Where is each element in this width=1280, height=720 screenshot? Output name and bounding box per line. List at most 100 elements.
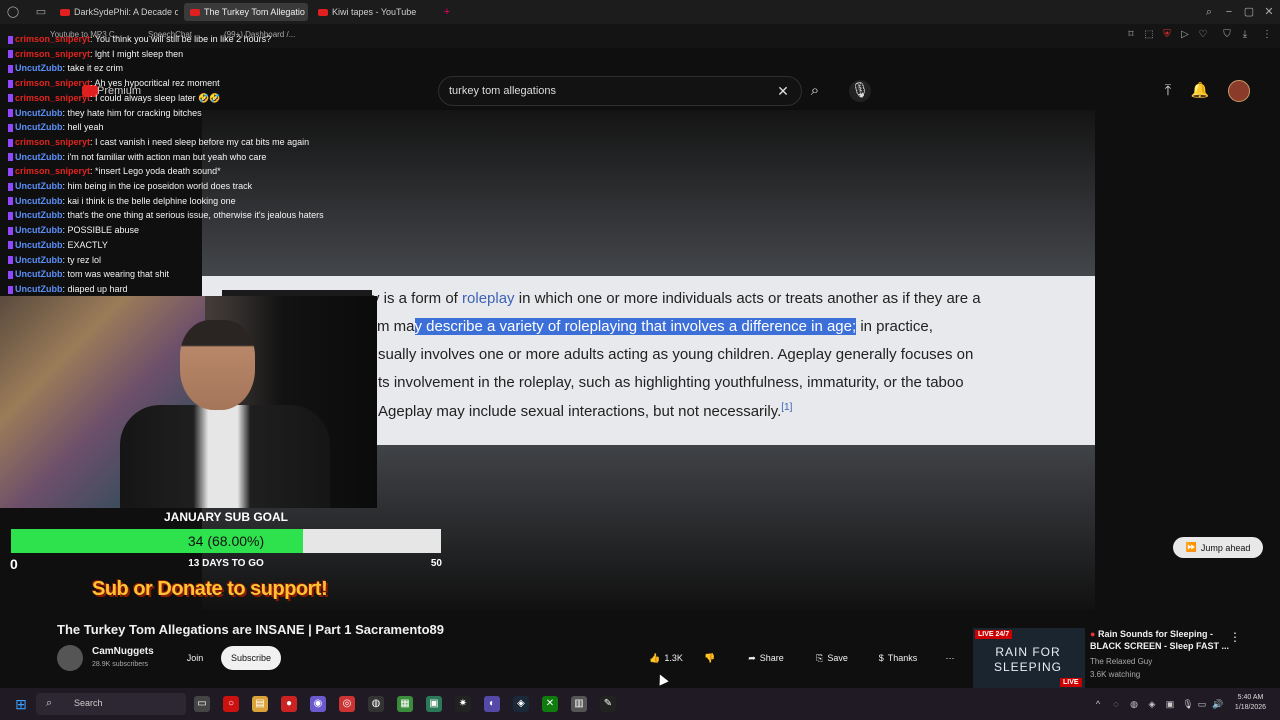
save-button[interactable]: ⎘ Save bbox=[804, 646, 860, 670]
app-icon-green[interactable]: ▦ bbox=[397, 696, 413, 712]
chat-username: crimson_sniperyt bbox=[15, 166, 91, 177]
chat-text: I cast vanish i need sleep before my cat… bbox=[95, 136, 310, 147]
play-icon[interactable]: ▷ bbox=[1178, 28, 1192, 42]
tray-app-icon-4[interactable]: ▣ bbox=[1164, 698, 1176, 710]
windows-start-icon[interactable]: ⊞ bbox=[13, 696, 29, 712]
minimize-icon[interactable]: − bbox=[1222, 5, 1236, 19]
opera-gx-icon[interactable]: ○ bbox=[223, 696, 239, 712]
search-button-icon[interactable]: ⌕ bbox=[804, 80, 826, 102]
chat-message: UncutZubb: that's the one thing at serio… bbox=[8, 209, 324, 221]
chat-text: lght I might sleep then bbox=[95, 48, 184, 59]
magnifier-icon: ⌕ bbox=[46, 697, 53, 709]
chat-badge-icon bbox=[8, 270, 13, 279]
roleplay-link: roleplay bbox=[462, 290, 515, 307]
tray-app-icon[interactable]: ◌ bbox=[1110, 698, 1122, 710]
tray-app-icon-3[interactable]: ◈ bbox=[1146, 698, 1158, 710]
app-icon-ccleaner[interactable]: ◎ bbox=[339, 696, 355, 712]
thanks-button[interactable]: $ Thanks bbox=[868, 646, 928, 670]
menu-icon[interactable]: ⋮ bbox=[1260, 28, 1274, 42]
related-channel[interactable]: The Relaxed Guy bbox=[1090, 657, 1152, 666]
clear-search-icon[interactable]: ✕ bbox=[772, 80, 794, 102]
related-title[interactable]: ● Rain Sounds for Sleeping - BLACK SCREE… bbox=[1090, 628, 1230, 652]
chat-username: UncutZubb bbox=[15, 225, 63, 236]
tray-app-icon-2[interactable]: ◍ bbox=[1128, 698, 1140, 710]
close-icon[interactable]: ✕ bbox=[1262, 5, 1276, 19]
more-actions-button[interactable]: ⋯ bbox=[938, 646, 962, 670]
subscriber-count: 28.9K subscribers bbox=[92, 661, 149, 668]
bookmark-icon[interactable]: ⌑ bbox=[1124, 28, 1138, 42]
steam-icon[interactable]: ◈ bbox=[513, 696, 529, 712]
xbox-icon[interactable]: ✕ bbox=[542, 696, 558, 712]
chat-text: ty rez lol bbox=[67, 254, 102, 265]
user-avatar[interactable] bbox=[1228, 80, 1250, 102]
chat-message: crimson_sniperyt: Ah yes hypocritical re… bbox=[8, 77, 220, 89]
chat-username: crimson_sniperyt bbox=[15, 78, 91, 89]
app-icon-pen[interactable]: ✎ bbox=[600, 696, 616, 712]
chat-message: UncutZubb: him being in the ice poseidon… bbox=[8, 180, 252, 192]
dislike-button[interactable]: 👎 bbox=[698, 646, 722, 670]
network-icon[interactable]: ▭ bbox=[1196, 698, 1208, 710]
search-input[interactable]: turkey tom allegations bbox=[438, 76, 802, 106]
shield-icon[interactable]: ⛨ bbox=[1160, 28, 1174, 42]
chat-badge-icon bbox=[8, 94, 13, 103]
notifications-bell-icon[interactable]: 🔔 bbox=[1189, 80, 1211, 102]
tab-turkey-tom[interactable]: The Turkey Tom Allegatio bbox=[184, 3, 308, 21]
article-line-5: Ageplay may include sexual interactions,… bbox=[378, 402, 793, 420]
tab-kiwi-tapes[interactable]: Kiwi tapes - YouTube bbox=[312, 3, 436, 21]
chat-text: kai i think is the belle delphine lookin… bbox=[67, 195, 236, 206]
taskbar-search-label: Search bbox=[74, 698, 103, 708]
app-icon-red[interactable]: ● bbox=[281, 696, 297, 712]
share-button[interactable]: ➦ Share bbox=[736, 646, 796, 670]
heart-icon[interactable]: ♡ bbox=[1196, 28, 1210, 42]
chat-message: UncutZubb: diaped up hard bbox=[8, 283, 128, 295]
app-icon-teal[interactable]: ▣ bbox=[426, 696, 442, 712]
selected-text: y describe a variety of roleplaying that… bbox=[414, 318, 857, 335]
discord-icon[interactable]: ◉ bbox=[310, 696, 326, 712]
file-explorer-icon[interactable]: ▤ bbox=[252, 696, 268, 712]
chat-username: UncutZubb bbox=[15, 195, 63, 206]
maximize-icon[interactable]: ▢ bbox=[1242, 5, 1256, 19]
live-24-7-badge: LIVE 24/7 bbox=[975, 630, 1013, 639]
related-watching: 3.6K watching bbox=[1090, 670, 1141, 679]
new-tab-button[interactable]: + bbox=[440, 5, 454, 19]
sidebar-toggle-icon[interactable]: ▭ bbox=[34, 5, 48, 19]
account-icon[interactable]: ⛉ bbox=[1220, 28, 1234, 42]
chat-username: UncutZubb bbox=[15, 269, 63, 280]
live-dot-icon: ● bbox=[1090, 629, 1096, 639]
tab-darksydephil[interactable]: DarkSydePhil: A Decade o bbox=[54, 3, 178, 21]
chat-message: UncutZubb: hell yeah bbox=[8, 121, 104, 133]
thumbs-down-icon: 👎 bbox=[704, 652, 716, 663]
search-value: turkey tom allegations bbox=[449, 85, 556, 97]
obs-icon[interactable]: ◍ bbox=[368, 696, 384, 712]
search-icon[interactable]: ⌕ bbox=[1202, 5, 1216, 19]
related-menu-icon[interactable]: ⋮ bbox=[1229, 630, 1241, 644]
tray-expand-icon[interactable]: ^ bbox=[1092, 698, 1104, 710]
chat-username: UncutZubb bbox=[15, 122, 63, 133]
tray-mic-icon[interactable]: 🎙 bbox=[1182, 698, 1194, 710]
chat-badge-icon bbox=[8, 212, 13, 221]
jump-ahead-button[interactable]: ⏩ Jump ahead bbox=[1173, 537, 1263, 558]
chat-badge-icon bbox=[8, 35, 13, 44]
app-icon-grid[interactable]: ▥ bbox=[571, 696, 587, 712]
support-banner: Sub or Donate to support! bbox=[92, 578, 328, 600]
join-button[interactable]: Join bbox=[175, 646, 215, 670]
taskbar-clock[interactable]: 5:40 AM 1/18/2026 bbox=[1228, 693, 1273, 713]
like-button[interactable]: 👍 1.3K bbox=[640, 646, 692, 670]
screenshot-icon[interactable]: ⬚ bbox=[1142, 28, 1156, 42]
app-icon-purple[interactable]: ◐ bbox=[484, 696, 500, 712]
browser-logo-icon[interactable]: ◯ bbox=[6, 5, 20, 19]
chat-text: i'm not familiar with action man but yea… bbox=[67, 151, 267, 162]
channel-name[interactable]: CamNuggets bbox=[92, 646, 154, 657]
taskbar-search[interactable]: ⌕ Search bbox=[36, 693, 186, 715]
voice-search-icon[interactable]: 🎙 bbox=[849, 80, 871, 102]
subscribe-button[interactable]: Subscribe bbox=[221, 646, 281, 670]
upload-icon[interactable]: ⤒ bbox=[1157, 80, 1179, 102]
task-view-icon[interactable]: ▭ bbox=[194, 696, 210, 712]
save-label: Save bbox=[827, 653, 848, 663]
chat-message: UncutZubb: EXACTLY bbox=[8, 239, 108, 251]
app-icon-spark[interactable]: ✷ bbox=[455, 696, 471, 712]
volume-icon[interactable]: 🔊 bbox=[1212, 698, 1224, 710]
chat-text: take it ez crim bbox=[67, 63, 124, 74]
channel-avatar[interactable] bbox=[57, 645, 83, 671]
download-icon[interactable]: ⤓ bbox=[1238, 28, 1252, 42]
